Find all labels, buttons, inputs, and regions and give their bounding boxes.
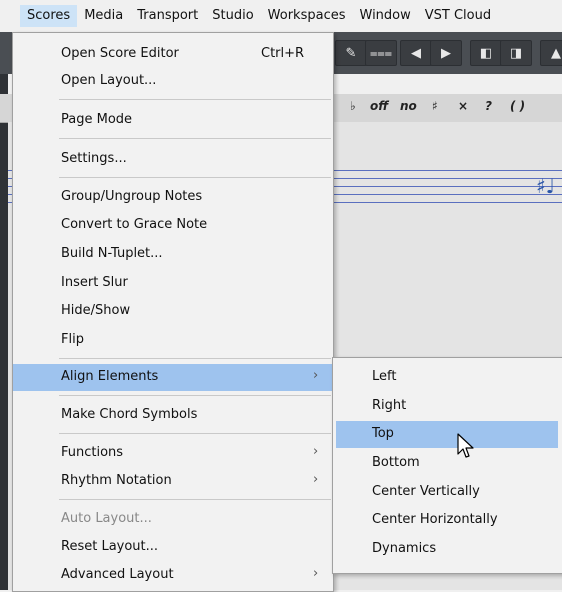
arrow-right-icon[interactable]: ▶ (430, 40, 462, 66)
menu-item-label: Hide/Show (61, 303, 131, 318)
menu-item-label: Reset Layout... (61, 539, 159, 554)
submenu-item-dynamics[interactable]: Dynamics (336, 536, 558, 563)
menu-item-label: Bottom (372, 455, 420, 470)
menu-item-functions[interactable]: Functions › (13, 440, 333, 467)
menu-item-label: Build N-Tuplet... (61, 246, 163, 261)
pencil-icon[interactable]: ✎ (335, 40, 367, 66)
menu-item-insert-slur[interactable]: Insert Slur (13, 270, 333, 297)
menu-item-label: Functions (61, 445, 124, 460)
submenu-item-right[interactable]: Right (336, 393, 558, 420)
menu-item-advanced-layout[interactable]: Advanced Layout › (13, 562, 333, 589)
menu-item-label: Make Chord Symbols (61, 407, 198, 422)
menu-item-label: Page Mode (61, 112, 133, 127)
sharp-symbol[interactable]: ♯ (432, 99, 438, 113)
menu-item-label: Top (372, 426, 394, 441)
menu-item-label: Auto Layout... (61, 511, 152, 526)
align-elements-submenu: Left Right Top Bottom Center Vertically … (332, 357, 562, 574)
menu-item-open-layout[interactable]: Open Layout... (13, 68, 333, 95)
question-symbol[interactable]: ? (485, 99, 492, 113)
menu-item-label: Dynamics (372, 541, 437, 556)
menu-item-label: Group/Ungroup Notes (61, 189, 203, 204)
menu-transport[interactable]: Transport (130, 5, 205, 27)
menu-workspaces[interactable]: Workspaces (261, 5, 353, 27)
chevron-right-icon: › (313, 566, 319, 581)
scores-menu: Open Score Editor Ctrl+R Open Layout... … (12, 32, 334, 592)
menu-item-label: Right (372, 398, 407, 413)
menu-media[interactable]: Media (77, 5, 130, 27)
menu-window[interactable]: Window (353, 5, 418, 27)
chevron-right-icon: › (313, 472, 319, 487)
menu-item-auto-layout: Auto Layout... (13, 506, 333, 533)
menu-item-convert-to-grace-note[interactable]: Convert to Grace Note (13, 212, 333, 239)
submenu-item-center-vertically[interactable]: Center Vertically (336, 479, 558, 506)
menu-item-settings[interactable]: Settings... (13, 146, 333, 173)
arrow-up-icon[interactable]: ▲ (540, 40, 562, 66)
menu-separator (59, 499, 331, 500)
menu-separator (59, 177, 331, 178)
menu-item-label: Rhythm Notation (61, 473, 172, 488)
menu-item-rhythm-notation[interactable]: Rhythm Notation › (13, 468, 333, 495)
menu-item-label: Insert Slur (61, 275, 128, 290)
menu-item-make-chord-symbols[interactable]: Make Chord Symbols (13, 402, 333, 429)
submenu-item-left[interactable]: Left (336, 364, 558, 391)
menu-item-label: Left (372, 369, 397, 384)
menu-item-label: Convert to Grace Note (61, 217, 208, 232)
submenu-item-top[interactable]: Top (336, 421, 558, 448)
note-icon[interactable]: ♯♩ (536, 174, 555, 198)
submenu-item-bottom[interactable]: Bottom (336, 450, 558, 477)
menu-item-label: Settings... (61, 151, 127, 166)
nav-right-icon[interactable]: ◨ (500, 40, 532, 66)
menu-item-label: Center Vertically (372, 484, 480, 499)
tuplet-icon[interactable]: ⩶ (365, 40, 397, 66)
menu-item-open-score-editor[interactable]: Open Score Editor Ctrl+R (13, 41, 333, 68)
menu-item-build-n-tuplet[interactable]: Build N-Tuplet... (13, 241, 333, 268)
menu-bar: Scores Media Transport Studio Workspaces… (0, 0, 562, 32)
menu-studio[interactable]: Studio (205, 5, 260, 27)
menu-item-page-mode[interactable]: Page Mode (13, 107, 333, 134)
arrow-left-icon[interactable]: ◀ (400, 40, 432, 66)
mouse-pointer-icon (457, 433, 474, 458)
menu-item-label: Center Horizontally (372, 512, 498, 527)
chevron-right-icon: › (313, 444, 319, 459)
menu-separator (59, 138, 331, 139)
flat-symbol[interactable]: ♭ (350, 99, 356, 113)
menu-item-label: Advanced Layout (61, 567, 174, 582)
menu-item-label: Open Score Editor (61, 46, 179, 61)
submenu-item-center-horizontally[interactable]: Center Horizontally (336, 507, 558, 534)
chevron-right-icon: › (313, 368, 319, 383)
menu-separator (59, 395, 331, 396)
nav-left-icon[interactable]: ◧ (470, 40, 502, 66)
menu-item-shortcut: Ctrl+R (261, 46, 305, 61)
menu-item-flip[interactable]: Flip (13, 327, 333, 354)
parentheses-symbol[interactable]: ( ) (510, 99, 525, 113)
menu-item-label: Align Elements (61, 369, 159, 384)
double-sharp-symbol[interactable]: × (458, 99, 468, 113)
menu-item-label: Open Layout... (61, 73, 157, 88)
menu-scores[interactable]: Scores (20, 5, 78, 27)
off-symbol[interactable]: off (370, 99, 388, 113)
menu-item-hide-show[interactable]: Hide/Show (13, 298, 333, 325)
menu-separator (59, 433, 331, 434)
menu-vst-cloud[interactable]: VST Cloud (418, 5, 498, 27)
menu-separator (59, 99, 331, 100)
no-symbol[interactable]: no (400, 99, 417, 113)
menu-separator (59, 358, 331, 359)
menu-item-align-elements[interactable]: Align Elements › (13, 364, 333, 391)
menu-item-group-ungroup-notes[interactable]: Group/Ungroup Notes (13, 184, 333, 211)
menu-item-reset-layout[interactable]: Reset Layout... (13, 534, 333, 561)
menu-item-label: Flip (61, 332, 84, 347)
